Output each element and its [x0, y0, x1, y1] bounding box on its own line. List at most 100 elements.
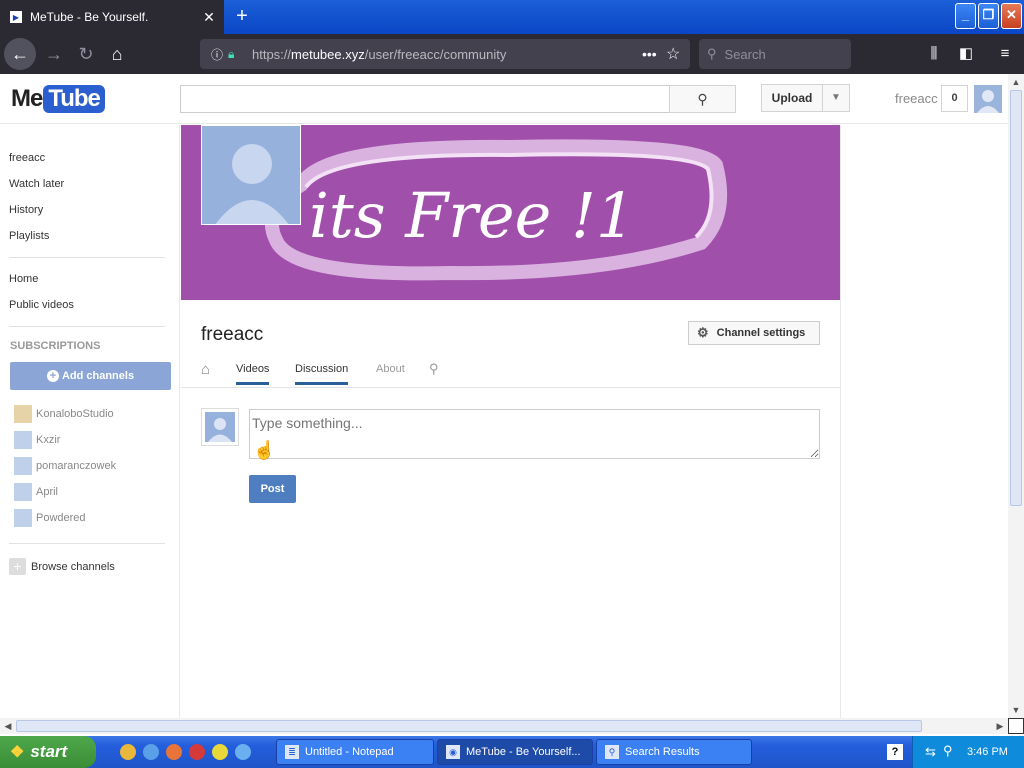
restore-button[interactable]: ❐ — [978, 3, 999, 29]
vertical-scroll-thumb[interactable] — [1010, 90, 1022, 506]
scroll-up-icon[interactable]: ▲ — [1008, 74, 1024, 90]
browser-search-field[interactable]: ⚲ Search — [699, 39, 851, 69]
avatar — [14, 457, 32, 475]
window-close-button[interactable]: ✕ — [1001, 3, 1022, 29]
sidebar-item-history[interactable]: History — [9, 204, 43, 216]
browser-search-placeholder: Search — [724, 46, 766, 62]
task-metube[interactable]: ◉ MeTube - Be Yourself... — [437, 739, 593, 765]
start-button[interactable]: ❖ start — [0, 736, 96, 768]
tab-videos[interactable]: Videos — [236, 363, 270, 385]
tab-home-icon[interactable]: ⌂ — [201, 361, 210, 385]
sidebar-divider — [9, 543, 165, 544]
notification-count[interactable]: 0 — [941, 85, 968, 112]
upload-dropdown-icon[interactable]: ▼ — [822, 84, 850, 112]
menu-icon[interactable]: ≡ — [993, 42, 1017, 66]
browser-toolbar: ← → ↻ ⌂ ⓘ 🔒︎ https://metubee.xyz/user/fr… — [0, 34, 1024, 74]
site-info-icon[interactable]: ⓘ — [206, 46, 228, 63]
subscription-item[interactable]: pomaranczowek — [14, 457, 116, 475]
post-button[interactable]: Post — [249, 475, 296, 503]
sidebar-item-freeacc[interactable]: freeacc — [9, 152, 45, 164]
channel-tabs: ⌂ Videos Discussion About ⚲ — [181, 354, 840, 388]
scroll-right-icon[interactable]: ▶ — [992, 718, 1008, 734]
firefox-icon[interactable] — [166, 744, 182, 760]
site-search-input[interactable] — [180, 85, 670, 113]
home-button[interactable]: ⌂ — [101, 38, 133, 70]
avatar — [14, 509, 32, 527]
page-actions-icon[interactable]: ••• — [642, 46, 666, 62]
tab-discussion[interactable]: Discussion — [295, 363, 349, 385]
scroll-left-icon[interactable]: ◀ — [0, 718, 16, 734]
safari-icon[interactable] — [235, 744, 251, 760]
url-text[interactable]: https://metubee.xyz/user/freeacc/communi… — [252, 47, 642, 62]
subscription-item[interactable]: April — [14, 483, 58, 501]
help-icon[interactable]: ? — [887, 744, 903, 760]
gear-icon: ⚙ — [697, 325, 709, 340]
avatar — [14, 431, 32, 449]
horizontal-scroll-thumb[interactable] — [16, 720, 922, 732]
reload-button[interactable]: ↻ — [70, 38, 102, 70]
channel-name: freeacc — [201, 324, 264, 345]
channel-settings-button[interactable]: ⚙ Channel settings — [688, 321, 820, 345]
opera-icon[interactable] — [189, 744, 205, 760]
horizontal-scrollbar[interactable]: ◀ ▶ — [0, 718, 1008, 734]
channel-avatar[interactable] — [201, 125, 301, 225]
tab-close-icon[interactable]: ✕ — [194, 9, 224, 26]
address-bar[interactable]: ⓘ 🔒︎ https://metubee.xyz/user/freeacc/co… — [200, 39, 690, 69]
system-tray: ⇆ ⚲ 3:46 PM — [912, 736, 1024, 768]
task-notepad[interactable]: ≣ Untitled - Notepad — [276, 739, 434, 765]
sidebar-item-public-videos[interactable]: Public videos — [9, 299, 74, 311]
search-icon: ⚲ — [697, 91, 708, 107]
sidebar: freeacc Watch later History Playlists Ho… — [0, 125, 180, 718]
sidebar-item-home[interactable]: Home — [9, 273, 38, 285]
new-tab-button[interactable]: + — [230, 4, 254, 28]
tray-search-icon[interactable]: ⚲ — [943, 743, 953, 759]
comment-avatar — [201, 408, 239, 446]
plus-circle-icon: + — [9, 558, 26, 575]
avatar — [14, 483, 32, 501]
browse-channels-link[interactable]: + Browse channels — [9, 558, 115, 575]
sidebar-item-playlists[interactable]: Playlists — [9, 230, 49, 242]
subscription-item[interactable]: Kxzir — [14, 431, 60, 449]
search-results-icon: ⚲ — [605, 745, 619, 759]
content-divider — [840, 125, 841, 718]
subscription-item[interactable]: Powdered — [14, 509, 86, 527]
scroll-corner — [1008, 718, 1024, 734]
scroll-down-icon[interactable]: ▼ — [1008, 702, 1024, 718]
chrome-icon[interactable] — [120, 744, 136, 760]
comment-input[interactable] — [249, 409, 820, 459]
sidebar-divider — [9, 257, 165, 258]
site-header: Me Tube ⚲ Upload ▼ freeacc 0 — [0, 74, 1008, 124]
browser-tab[interactable]: ▶ MeTube - Be Yourself. ✕ — [0, 0, 224, 34]
upload-button[interactable]: Upload — [761, 84, 822, 112]
minimize-button[interactable]: _ — [955, 3, 976, 29]
internet-explorer-icon[interactable] — [143, 744, 159, 760]
username-label[interactable]: freeacc — [895, 91, 938, 106]
hand-cursor-icon: ☝ — [253, 440, 276, 460]
library-icon[interactable]: ⫼ — [922, 42, 946, 66]
back-button[interactable]: ← — [4, 38, 36, 70]
subscription-item[interactable]: KonaloboStudio — [14, 405, 114, 423]
tab-search-icon[interactable]: ⚲ — [429, 361, 439, 384]
lock-icon: 🔒︎ — [228, 46, 235, 61]
quick-launch-icon[interactable] — [212, 744, 228, 760]
search-icon: ⚲ — [707, 46, 717, 61]
tab-about[interactable]: About — [376, 363, 405, 382]
user-avatar[interactable] — [974, 85, 1002, 113]
network-icon[interactable]: ⇆ — [925, 744, 936, 760]
site-search-button[interactable]: ⚲ — [669, 85, 736, 113]
taskbar: ❖ start ≣ Untitled - Notepad ◉ MeTube - Be … — [0, 736, 1024, 768]
task-search-results[interactable]: ⚲ Search Results — [596, 739, 752, 765]
sidebar-toggle-icon[interactable]: ◧ — [954, 42, 978, 66]
metube-favicon-icon: ▶ — [10, 11, 22, 23]
plus-icon: + — [46, 370, 59, 382]
vertical-scrollbar[interactable]: ▲ ▼ — [1008, 74, 1024, 718]
forward-button[interactable]: → — [38, 38, 70, 70]
sidebar-item-watch-later[interactable]: Watch later — [9, 178, 64, 190]
sidebar-divider — [9, 326, 165, 327]
bookmark-star-icon[interactable]: ☆ — [666, 44, 690, 64]
clock[interactable]: 3:46 PM — [967, 746, 1008, 758]
metube-logo[interactable]: Me Tube — [11, 83, 105, 114]
add-channels-button[interactable]: + Add channels — [10, 362, 171, 390]
web-page: Me Tube ⚲ Upload ▼ freeacc 0 freeacc Watc… — [0, 74, 1008, 718]
avatar — [14, 405, 32, 423]
